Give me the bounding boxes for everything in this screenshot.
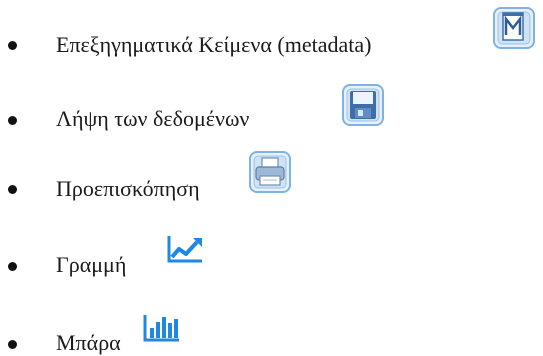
line-chart-icon <box>167 234 205 264</box>
bullet-point <box>8 340 17 349</box>
list-item-label: Λήψη των δεδομένων <box>56 106 250 131</box>
bullet-point <box>8 262 17 271</box>
list-item-label: Γραμμή <box>56 252 127 277</box>
list-item-label: Προεπισκόπηση <box>56 176 200 201</box>
bar-chart-icon <box>143 313 181 343</box>
list-item-label: Μπάρα <box>56 330 121 355</box>
list-item-label: Επεξηγηματικά Κείμενα (metadata) <box>56 32 372 57</box>
printer-icon <box>249 151 291 193</box>
metadata-document-icon <box>493 7 535 49</box>
bullet-point <box>8 185 17 194</box>
bullet-point <box>8 116 17 125</box>
bullet-point <box>8 41 17 50</box>
save-disk-icon <box>342 84 384 126</box>
